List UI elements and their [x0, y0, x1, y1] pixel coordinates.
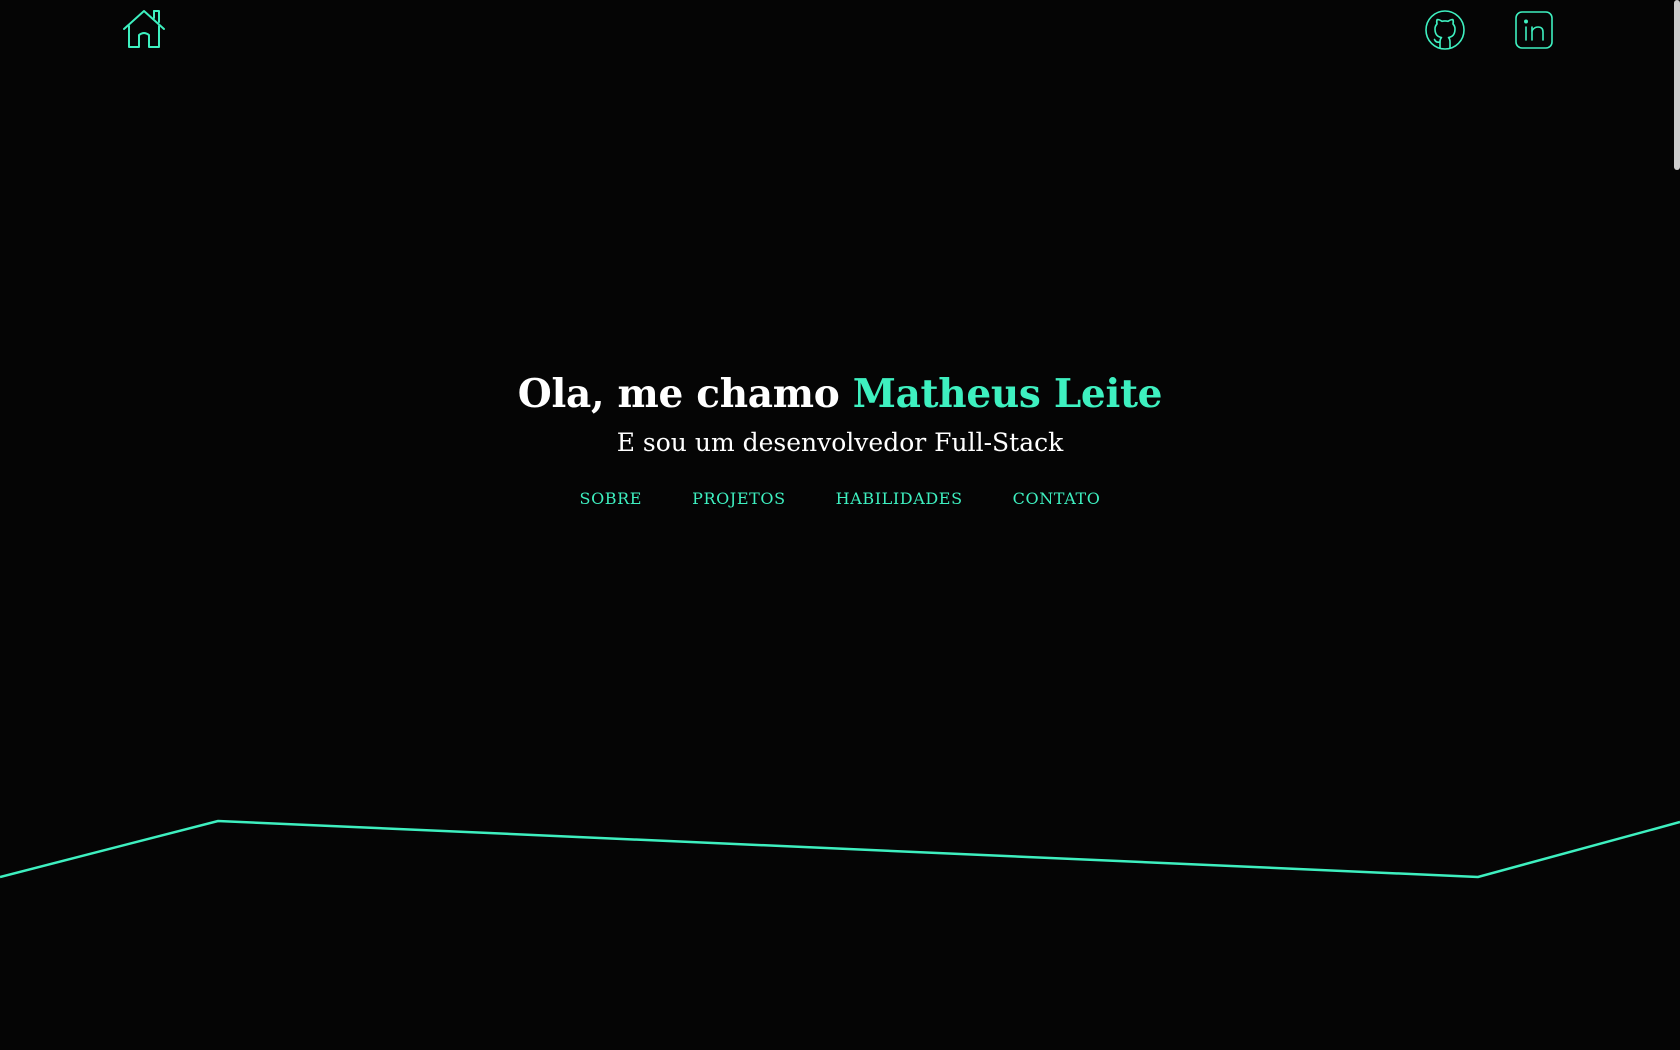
hero-title: Ola, me chamo Matheus Leite [0, 362, 1680, 426]
github-icon[interactable] [1424, 9, 1466, 51]
decorative-wave-line [0, 819, 1680, 879]
nav-item-contato[interactable]: CONTATO [988, 489, 1126, 509]
home-icon[interactable] [121, 8, 167, 50]
section-nav: SOBRE PROJETOS HABILIDADES CONTATO [0, 489, 1680, 509]
hero-name: Matheus Leite [852, 371, 1163, 417]
page: Ola, me chamo Matheus Leite E sou um des… [0, 0, 1680, 1050]
nav-item-projetos[interactable]: PROJETOS [667, 489, 811, 509]
hero-subtitle: E sou um desenvolvedor Full-Stack [616, 428, 1064, 457]
hero: Ola, me chamo Matheus Leite E sou um des… [0, 362, 1680, 509]
nav-item-habilidades[interactable]: HABILIDADES [811, 489, 988, 509]
nav-item-sobre[interactable]: SOBRE [555, 489, 668, 509]
linkedin-icon[interactable] [1513, 9, 1555, 51]
scrollbar-thumb[interactable] [1674, 0, 1680, 170]
hero-greeting: Ola, me chamo [517, 371, 853, 417]
